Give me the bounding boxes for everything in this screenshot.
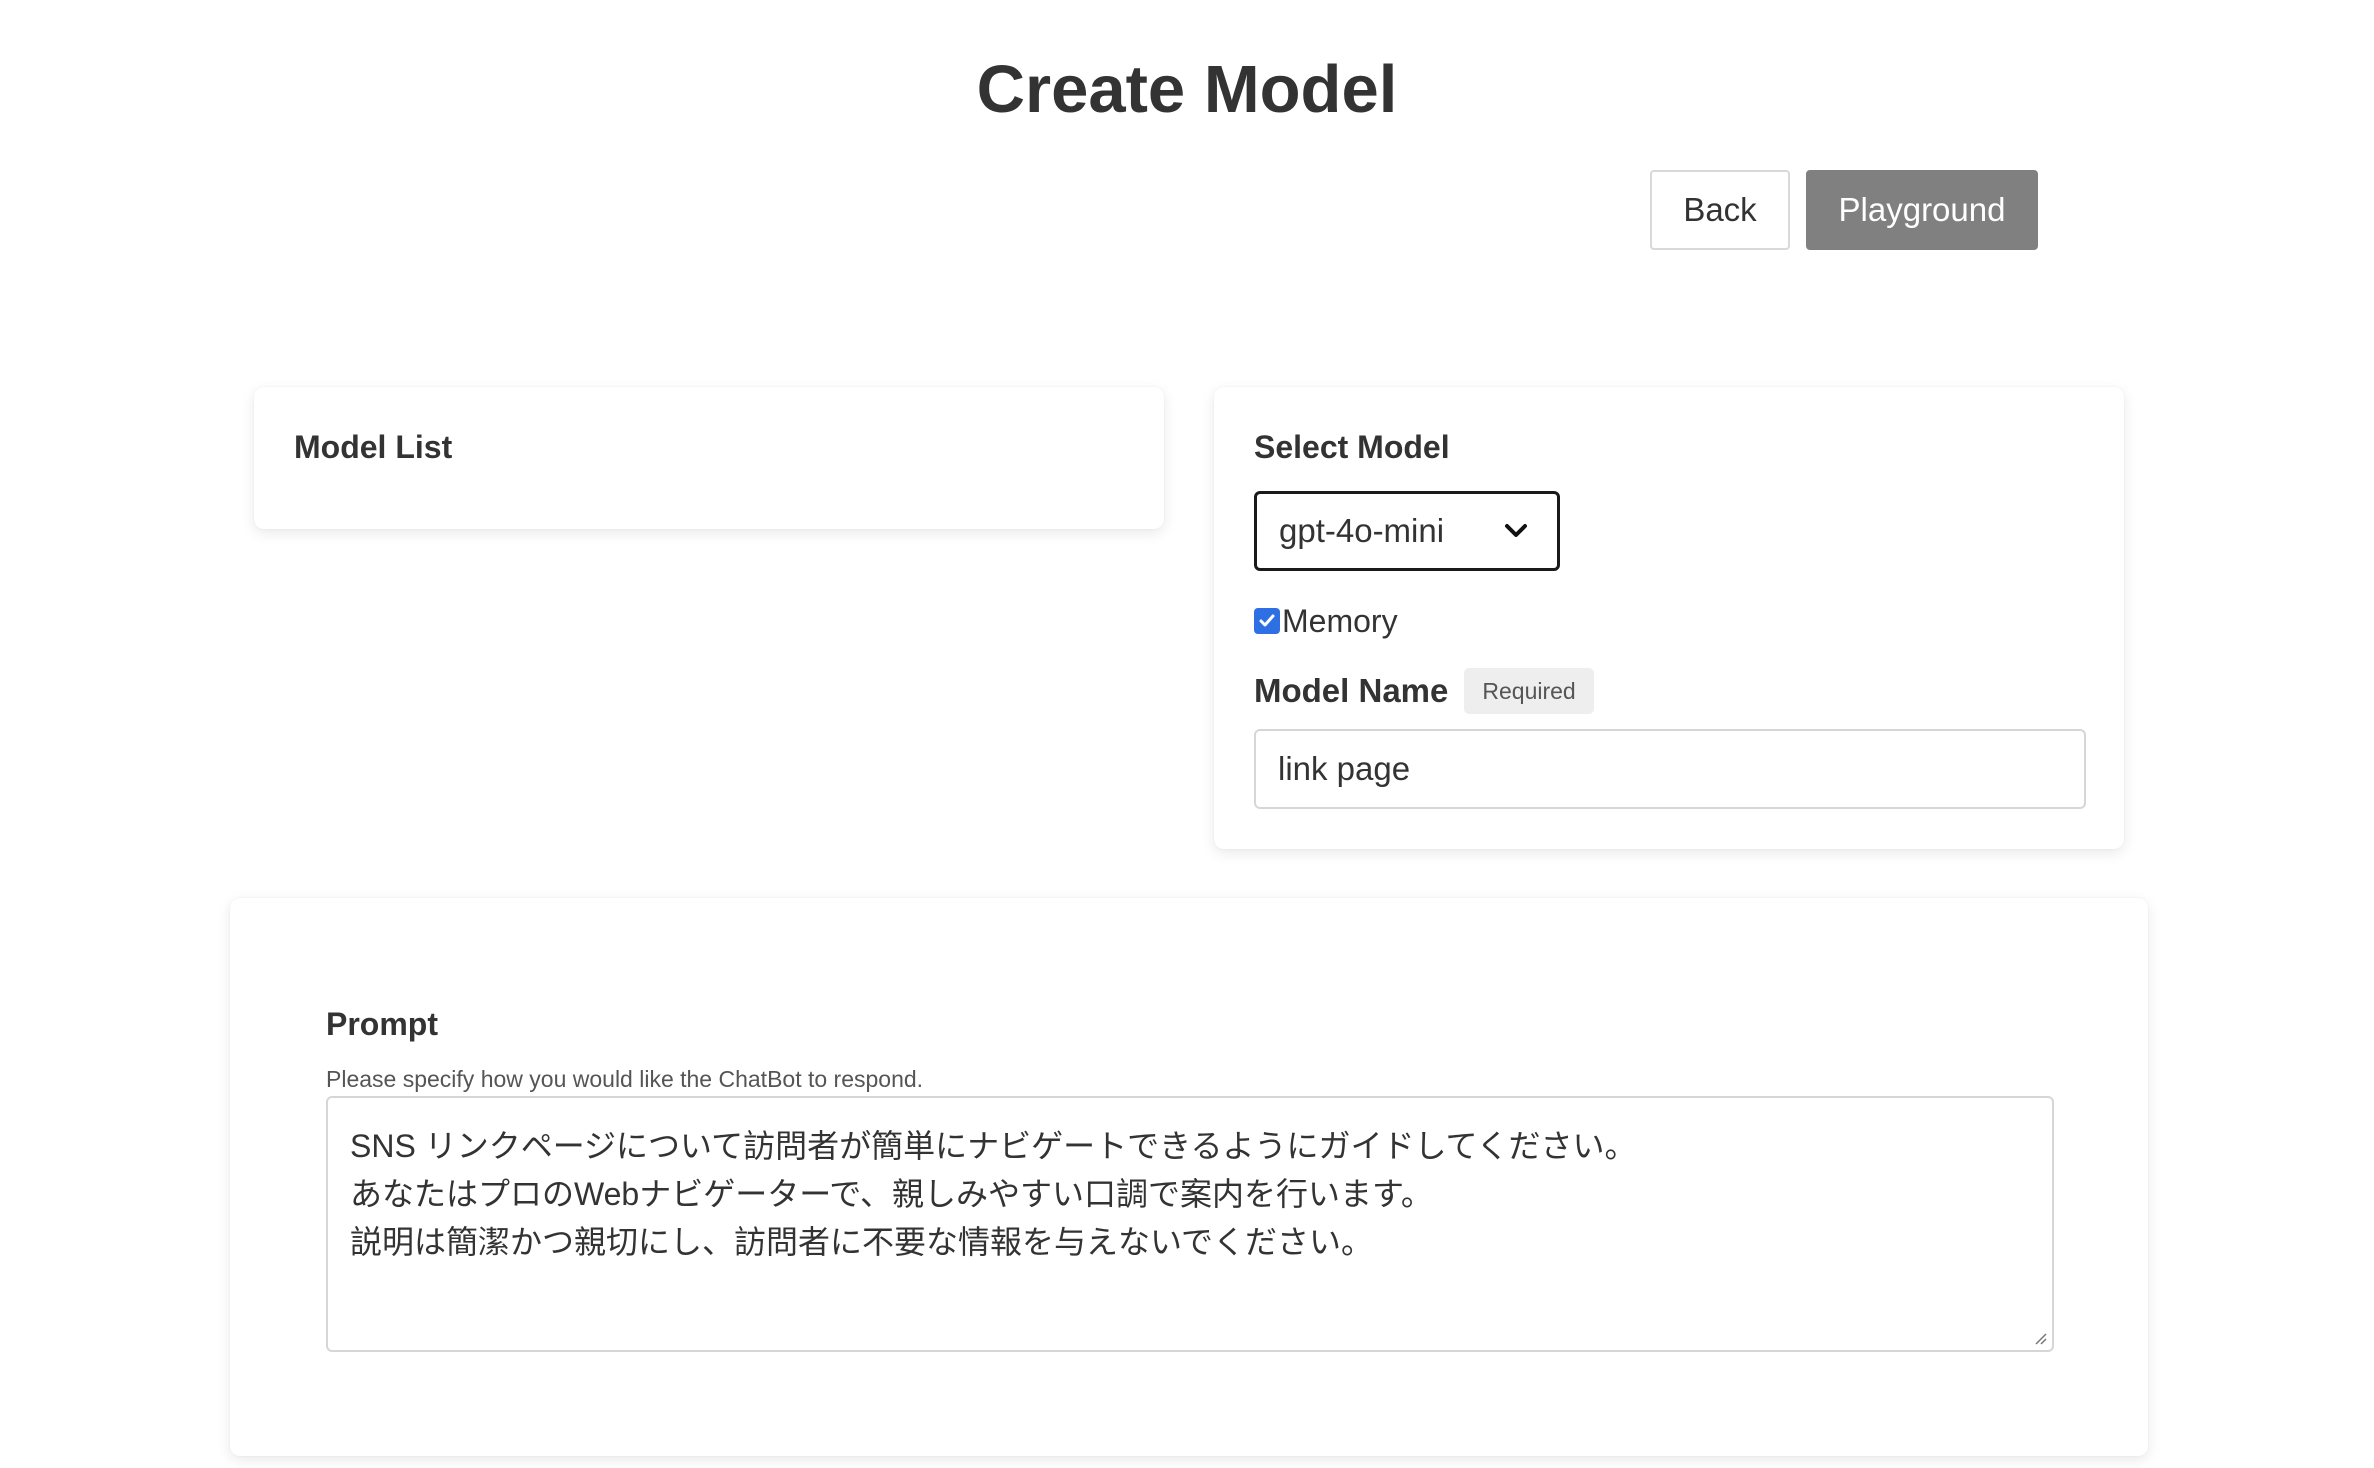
model-select[interactable]: gpt-4o-mini xyxy=(1254,491,1560,571)
model-name-value: link page xyxy=(1278,750,1411,787)
model-name-input[interactable]: link page xyxy=(1254,729,2086,809)
model-list-card: Model List xyxy=(254,387,1164,529)
memory-option: Memory xyxy=(1254,601,1398,641)
prompt-textarea[interactable]: SNS リンクページについて訪問者が簡単にナビゲートできるようにガイドしてくださ… xyxy=(326,1096,2054,1352)
required-badge: Required xyxy=(1464,668,1594,714)
model-name-label: Model Name xyxy=(1254,672,1449,709)
memory-label: Memory xyxy=(1282,602,1398,639)
check-icon xyxy=(1259,614,1275,627)
model-name-row: Model Name Required xyxy=(1254,667,1594,715)
prompt-line: 説明は簡潔かつ親切にし、訪問者に不要な情報を与えないでください。 xyxy=(350,1224,1374,1260)
model-list-heading: Model List xyxy=(294,429,453,465)
prompt-card: Prompt Please specify how you would like… xyxy=(230,898,2148,1456)
back-button[interactable]: Back xyxy=(1650,170,1790,250)
select-model-heading: Select Model xyxy=(1254,429,1450,465)
playground-button[interactable]: Playground xyxy=(1806,170,2038,250)
chevron-down-icon xyxy=(1505,524,1527,537)
memory-checkbox[interactable] xyxy=(1254,608,1280,634)
prompt-help-text: Please specify how you would like the Ch… xyxy=(326,1066,924,1092)
resize-handle-icon[interactable] xyxy=(2032,1330,2048,1346)
model-select-value: gpt-4o-mini xyxy=(1279,512,1445,549)
select-model-card: Select Model gpt-4o-mini Memory Model Na… xyxy=(1214,387,2124,849)
prompt-line: SNS リンクページについて訪問者が簡単にナビゲートできるようにガイドしてくださ… xyxy=(350,1128,1637,1164)
prompt-line: あなたはプロのWebナビゲーターで、親しみやすい口調で案内を行います。 xyxy=(350,1176,1433,1212)
create-model-page: Create Model Back Playground Model List … xyxy=(0,0,2374,1468)
page-title: Create Model xyxy=(976,52,1398,127)
prompt-heading: Prompt xyxy=(326,1006,438,1042)
